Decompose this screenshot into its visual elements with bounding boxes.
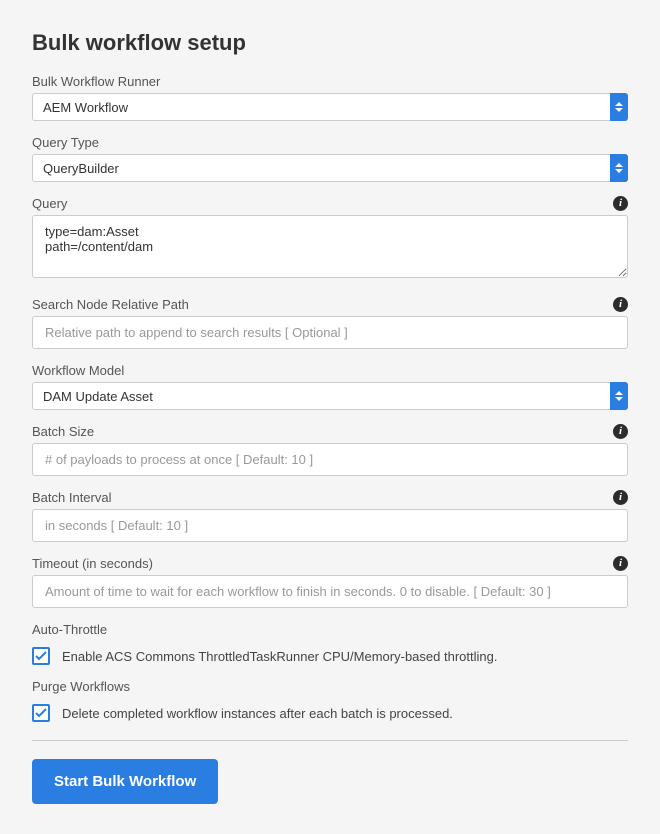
relative-path-label: Search Node Relative Path	[32, 297, 189, 312]
batch-size-label: Batch Size	[32, 424, 94, 439]
field-purge-workflows: Purge Workflows Delete completed workflo…	[32, 679, 628, 722]
info-icon[interactable]: i	[613, 196, 628, 211]
field-auto-throttle: Auto-Throttle Enable ACS Commons Throttl…	[32, 622, 628, 665]
batch-interval-label: Batch Interval	[32, 490, 112, 505]
info-icon[interactable]: i	[613, 490, 628, 505]
field-batch-interval: Batch Interval i	[32, 490, 628, 542]
query-textarea[interactable]: type=dam:Asset path=/content/dam	[32, 215, 628, 278]
field-bulk-workflow-runner: Bulk Workflow Runner AEM Workflow	[32, 74, 628, 121]
purge-workflows-checkbox-label: Delete completed workflow instances afte…	[62, 706, 453, 721]
field-query-type: Query Type QueryBuilder	[32, 135, 628, 182]
page-title: Bulk workflow setup	[32, 30, 628, 56]
field-query: Query i type=dam:Asset path=/content/dam	[32, 196, 628, 283]
workflow-model-select[interactable]: DAM Update Asset	[32, 382, 628, 410]
query-label: Query	[32, 196, 67, 211]
field-workflow-model: Workflow Model DAM Update Asset	[32, 363, 628, 410]
field-timeout: Timeout (in seconds) i	[32, 556, 628, 608]
start-bulk-workflow-button[interactable]: Start Bulk Workflow	[32, 759, 218, 804]
field-relative-path: Search Node Relative Path i	[32, 297, 628, 349]
timeout-input[interactable]	[32, 575, 628, 608]
auto-throttle-checkbox[interactable]	[32, 647, 50, 665]
check-icon	[35, 708, 47, 718]
purge-workflows-label: Purge Workflows	[32, 679, 130, 694]
auto-throttle-label: Auto-Throttle	[32, 622, 107, 637]
runner-select[interactable]: AEM Workflow	[32, 93, 628, 121]
info-icon[interactable]: i	[613, 556, 628, 571]
workflow-model-label: Workflow Model	[32, 363, 124, 378]
check-icon	[35, 651, 47, 661]
info-icon[interactable]: i	[613, 297, 628, 312]
runner-label: Bulk Workflow Runner	[32, 74, 160, 89]
purge-workflows-checkbox[interactable]	[32, 704, 50, 722]
auto-throttle-checkbox-label: Enable ACS Commons ThrottledTaskRunner C…	[62, 649, 497, 664]
query-type-select[interactable]: QueryBuilder	[32, 154, 628, 182]
divider	[32, 740, 628, 741]
info-icon[interactable]: i	[613, 424, 628, 439]
query-type-label: Query Type	[32, 135, 99, 150]
batch-interval-input[interactable]	[32, 509, 628, 542]
field-batch-size: Batch Size i	[32, 424, 628, 476]
batch-size-input[interactable]	[32, 443, 628, 476]
relative-path-input[interactable]	[32, 316, 628, 349]
timeout-label: Timeout (in seconds)	[32, 556, 153, 571]
